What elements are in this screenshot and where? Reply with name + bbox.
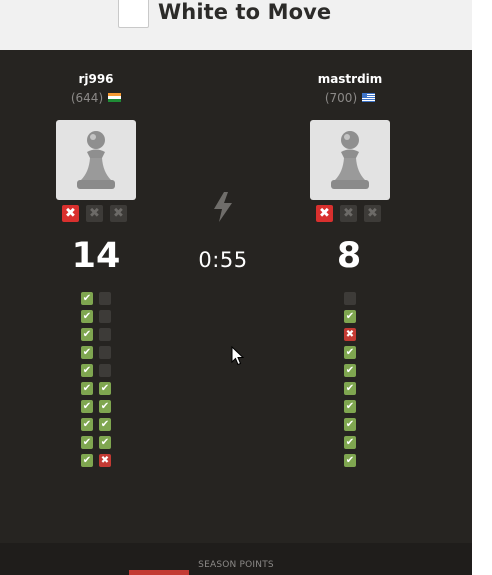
season-points-progress — [129, 570, 189, 575]
left-player-score: 14 — [71, 236, 121, 276]
correct-result-icon: ✔ — [81, 364, 93, 377]
correct-result-icon: ✔ — [344, 346, 356, 359]
right-player-info: mastrdim (700) — [280, 71, 420, 106]
india-flag-icon — [108, 93, 122, 102]
correct-result-icon: ✔ — [81, 436, 93, 449]
right-results-col-1: ✔ ✖ ✔ ✔ ✔ ✔ ✔ ✔ ✔ — [344, 292, 356, 467]
correct-result-icon: ✔ — [81, 310, 93, 323]
right-player-name[interactable]: mastrdim — [280, 71, 420, 87]
correct-result-icon: ✔ — [81, 418, 93, 431]
left-player-name[interactable]: rj996 — [26, 71, 166, 87]
correct-result-icon: ✔ — [99, 382, 111, 395]
left-results-col-2: ✔ ✔ ✔ ✔ ✖ — [99, 292, 111, 467]
white-color-swatch — [118, 0, 149, 28]
pending-result-slot — [99, 328, 111, 341]
pawn-icon — [331, 131, 369, 189]
left-player-strikes: ✖ ✖ ✖ — [62, 205, 127, 222]
left-player-rating: (644) — [70, 91, 104, 105]
lightning-bolt-icon — [214, 192, 232, 222]
right-player-rating: (700) — [324, 91, 358, 105]
correct-result-icon: ✔ — [344, 400, 356, 413]
strike-mark-3: ✖ — [364, 205, 381, 222]
strike-mark-2: ✖ — [86, 205, 103, 222]
strike-mark-1: ✖ — [316, 205, 333, 222]
strike-mark-2: ✖ — [340, 205, 357, 222]
season-points-bar: SEASON POINTS — [0, 543, 472, 575]
correct-result-icon: ✔ — [344, 382, 356, 395]
pending-result-slot — [344, 292, 356, 305]
right-player-rating-row: (700) — [280, 90, 420, 106]
pending-result-slot — [99, 292, 111, 305]
left-results-col-1: ✔ ✔ ✔ ✔ ✔ ✔ ✔ ✔ ✔ ✔ — [81, 292, 93, 467]
correct-result-icon: ✔ — [99, 418, 111, 431]
correct-result-icon: ✔ — [81, 400, 93, 413]
greece-flag-icon — [362, 93, 376, 102]
scroll-gutter — [472, 0, 492, 575]
correct-result-icon: ✔ — [81, 328, 93, 341]
strike-mark-1: ✖ — [62, 205, 79, 222]
correct-result-icon: ✔ — [81, 346, 93, 359]
pending-result-slot — [99, 346, 111, 359]
battle-timer: 0:55 — [198, 248, 248, 272]
wrong-result-icon: ✖ — [344, 328, 356, 341]
right-player-avatar[interactable] — [310, 120, 390, 200]
correct-result-icon: ✔ — [344, 436, 356, 449]
pending-result-slot — [99, 310, 111, 323]
season-points-label: SEASON POINTS — [198, 560, 274, 570]
correct-result-icon: ✔ — [99, 400, 111, 413]
correct-result-icon: ✔ — [81, 292, 93, 305]
correct-result-icon: ✔ — [99, 436, 111, 449]
correct-result-icon: ✔ — [344, 454, 356, 467]
right-player-score: 8 — [336, 236, 362, 276]
battle-panel: rj996 (644) ✖ ✖ ✖ 14 ✔ ✔ ✔ ✔ ✔ ✔ ✔ ✔ ✔ ✔ ✔ ✔ ✔ ✔ ✖ — [0, 50, 472, 543]
left-player-info: rj996 (644) — [26, 71, 166, 106]
left-player-rating-row: (644) — [26, 90, 166, 106]
turn-banner: White to Move — [0, 0, 472, 50]
pawn-icon — [77, 131, 115, 189]
pending-result-slot — [99, 364, 111, 377]
right-player-strikes: ✖ ✖ ✖ — [316, 205, 381, 222]
strike-mark-3: ✖ — [110, 205, 127, 222]
turn-title: White to Move — [158, 0, 332, 24]
correct-result-icon: ✔ — [81, 382, 93, 395]
wrong-result-icon: ✖ — [99, 454, 111, 467]
correct-result-icon: ✔ — [344, 418, 356, 431]
puzzle-battle-screen: White to Move rj996 (644) ✖ ✖ ✖ 14 ✔ ✔ ✔… — [0, 0, 492, 575]
correct-result-icon: ✔ — [344, 364, 356, 377]
correct-result-icon: ✔ — [344, 310, 356, 323]
correct-result-icon: ✔ — [81, 454, 93, 467]
left-player-avatar[interactable] — [56, 120, 136, 200]
mouse-cursor-icon — [231, 346, 244, 366]
